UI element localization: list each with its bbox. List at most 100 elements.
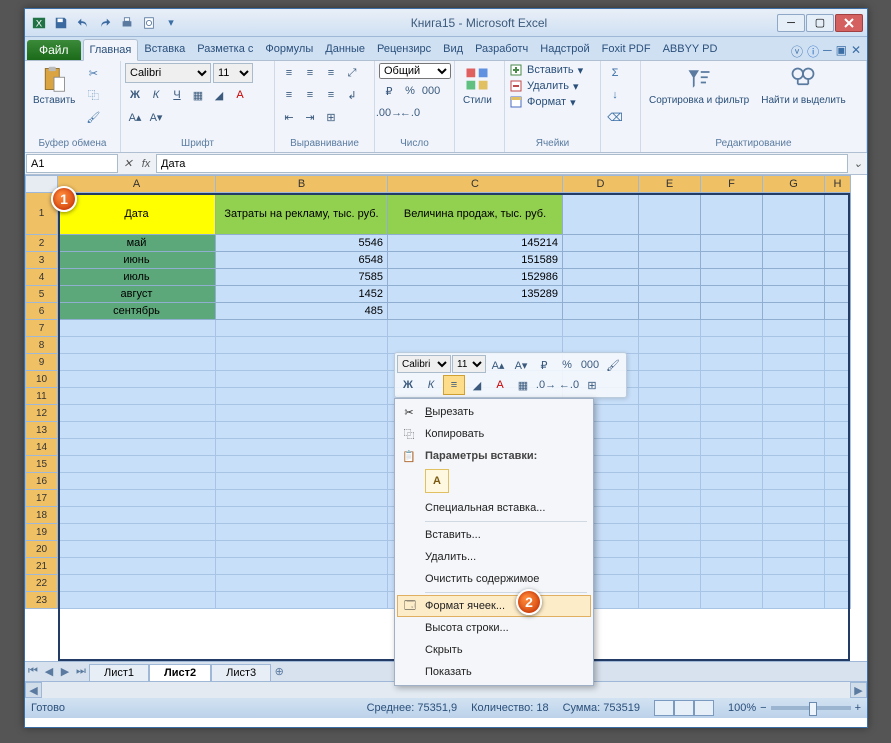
underline-button[interactable]: Ч	[167, 85, 187, 105]
cell[interactable]	[58, 422, 216, 439]
cell[interactable]	[763, 337, 825, 354]
cell[interactable]	[701, 337, 763, 354]
cell[interactable]	[639, 371, 701, 388]
orientation-icon[interactable]: ⤢	[342, 63, 362, 83]
sheet-tab[interactable]: Лист1	[89, 664, 149, 681]
doc-close-icon[interactable]: ✕	[851, 43, 861, 60]
ribbon-tab-3[interactable]: Формулы	[259, 39, 319, 60]
cell[interactable]	[701, 490, 763, 507]
row-header[interactable]: 20	[25, 541, 58, 558]
cell[interactable]	[639, 558, 701, 575]
cell[interactable]	[639, 456, 701, 473]
cell[interactable]	[825, 524, 851, 541]
cell[interactable]	[763, 558, 825, 575]
cell[interactable]	[701, 575, 763, 592]
cell[interactable]	[563, 320, 639, 337]
mini-decrease-decimal-icon[interactable]: ←.0	[558, 375, 580, 395]
align-left-icon[interactable]: ≡	[279, 85, 299, 105]
cell[interactable]	[763, 575, 825, 592]
ribbon-tab-0[interactable]: Главная	[83, 39, 139, 61]
cell[interactable]	[216, 439, 388, 456]
cell[interactable]	[639, 541, 701, 558]
cell[interactable]	[825, 286, 851, 303]
cell[interactable]	[563, 286, 639, 303]
cell[interactable]	[825, 388, 851, 405]
cell[interactable]	[825, 490, 851, 507]
ribbon-tab-2[interactable]: Разметка с	[191, 39, 259, 60]
cell[interactable]	[701, 320, 763, 337]
row-header[interactable]: 6	[25, 303, 58, 320]
scroll-left-icon[interactable]: ◀	[25, 682, 42, 698]
mini-grow-font-icon[interactable]: A▴	[487, 355, 509, 375]
row-header[interactable]: 13	[25, 422, 58, 439]
cell[interactable]	[825, 252, 851, 269]
paste-option-all[interactable]: A	[425, 469, 449, 493]
view-break-icon[interactable]	[694, 700, 714, 716]
column-header-H[interactable]: H	[825, 175, 851, 193]
number-format-select[interactable]: Общий	[379, 63, 451, 79]
cell[interactable]	[216, 456, 388, 473]
doc-minimize-icon[interactable]: ─	[823, 43, 832, 60]
cell[interactable]	[701, 439, 763, 456]
ribbon-tab-7[interactable]: Разработч	[469, 39, 534, 60]
cell[interactable]: 7585	[216, 269, 388, 286]
row-header[interactable]: 10	[25, 371, 58, 388]
ribbon-tab-10[interactable]: ABBYY PD	[657, 39, 724, 60]
row-header[interactable]: 4	[25, 269, 58, 286]
new-sheet-icon[interactable]: ⊕	[271, 664, 287, 680]
column-header-C[interactable]: C	[388, 175, 563, 193]
cell[interactable]	[825, 235, 851, 252]
help-icon[interactable]: ⓘ	[807, 43, 819, 60]
cell[interactable]	[701, 286, 763, 303]
cell[interactable]	[216, 575, 388, 592]
cell[interactable]	[639, 388, 701, 405]
cell[interactable]: июль	[58, 269, 216, 286]
cell[interactable]	[563, 193, 639, 235]
ribbon-tab-1[interactable]: Вставка	[138, 39, 191, 60]
align-bottom-icon[interactable]: ≡	[321, 63, 341, 83]
context-format-cells[interactable]: 🗔Формат ячеек...	[397, 595, 591, 617]
autosum-icon[interactable]: Σ	[605, 63, 625, 83]
cell[interactable]	[825, 193, 851, 235]
cell[interactable]	[763, 524, 825, 541]
align-top-icon[interactable]: ≡	[279, 63, 299, 83]
cell[interactable]	[388, 320, 563, 337]
row-header[interactable]: 14	[25, 439, 58, 456]
ribbon-tab-5[interactable]: Рецензирс	[371, 39, 437, 60]
copy-icon[interactable]: ⿻	[83, 85, 103, 105]
sheet-nav-last-icon[interactable]: ⏭	[73, 664, 89, 680]
find-select-button[interactable]: Найти и выделить	[757, 63, 849, 108]
cell[interactable]	[701, 456, 763, 473]
border-button[interactable]: ▦	[188, 85, 208, 105]
cell[interactable]	[763, 473, 825, 490]
zoom-control[interactable]: 100% − +	[728, 702, 861, 714]
cell[interactable]: июнь	[58, 252, 216, 269]
mini-font-color-icon[interactable]: A	[489, 375, 511, 395]
cell[interactable]	[639, 337, 701, 354]
save-icon[interactable]	[51, 13, 71, 33]
cell[interactable]	[825, 473, 851, 490]
cell[interactable]	[563, 269, 639, 286]
sheet-tab[interactable]: Лист3	[211, 664, 271, 681]
cell[interactable]	[701, 303, 763, 320]
align-middle-icon[interactable]: ≡	[300, 63, 320, 83]
cell[interactable]	[763, 320, 825, 337]
align-right-icon[interactable]: ≡	[321, 85, 341, 105]
cell[interactable]	[825, 422, 851, 439]
cell[interactable]: 5546	[216, 235, 388, 252]
font-color-button[interactable]: A	[230, 85, 250, 105]
cell[interactable]	[639, 507, 701, 524]
cell[interactable]	[639, 490, 701, 507]
mini-increase-decimal-icon[interactable]: .0→	[535, 375, 557, 395]
cell[interactable]	[701, 388, 763, 405]
row-header[interactable]: 17	[25, 490, 58, 507]
context-row-height[interactable]: Высота строки...	[397, 617, 591, 639]
cell[interactable]	[701, 269, 763, 286]
cell[interactable]	[763, 193, 825, 235]
cell[interactable]	[825, 439, 851, 456]
qat-dropdown-icon[interactable]: ▾	[161, 13, 181, 33]
view-layout-icon[interactable]	[674, 700, 694, 716]
cell[interactable]	[701, 473, 763, 490]
cell[interactable]	[639, 473, 701, 490]
bold-button[interactable]: Ж	[125, 85, 145, 105]
